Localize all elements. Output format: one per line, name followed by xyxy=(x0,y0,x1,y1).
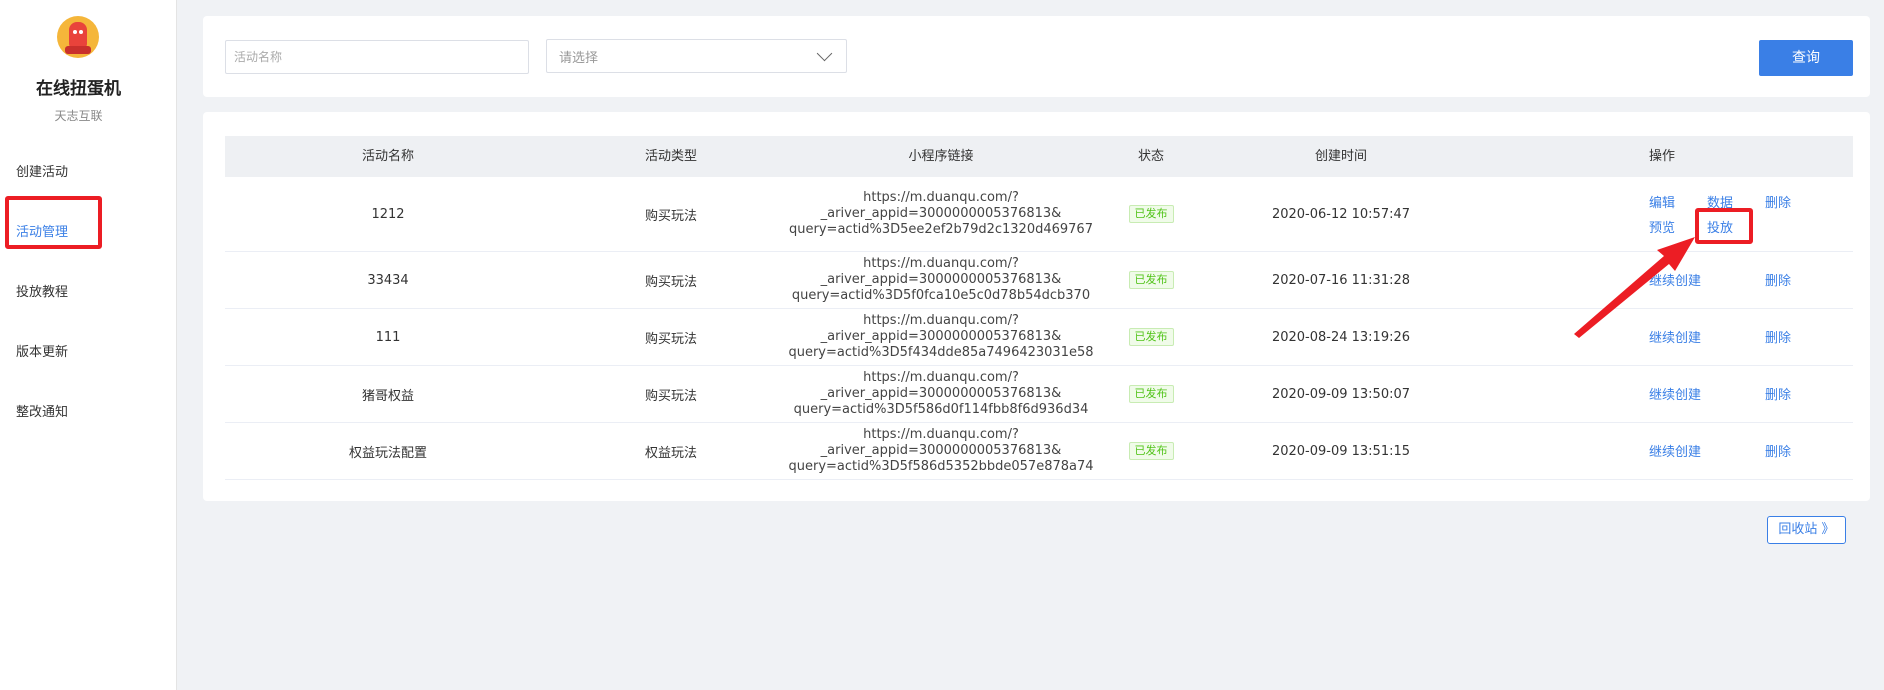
brand-logo-icon xyxy=(57,16,99,58)
mini-program-link: https://m.duanqu.com/?_ariver_appid=3000… xyxy=(791,252,1091,308)
table-row: 猪哥权益 购买玩法 https://m.duanqu.com/?_ariver_… xyxy=(225,366,1853,423)
delete-link[interactable]: 删除 xyxy=(1765,270,1791,289)
status-badge: 已发布 xyxy=(1128,271,1174,289)
sidebar-item-create-activity[interactable]: 创建活动 xyxy=(16,161,68,180)
created-time: 2020-09-09 13:51:15 xyxy=(1271,443,1411,459)
link-line-1: https://m.duanqu.com/?_ariver_appid=3000… xyxy=(820,313,1062,344)
mini-program-link: https://m.duanqu.com/?_ariver_appid=3000… xyxy=(788,309,1094,365)
recycle-bin-button[interactable]: 回收站 》 xyxy=(1767,516,1846,544)
column-header-link: 小程序链接 xyxy=(908,149,974,164)
column-header-created: 创建时间 xyxy=(1314,149,1367,164)
created-time: 2020-07-16 11:31:28 xyxy=(1271,272,1411,288)
status-cell: 已发布 xyxy=(1091,366,1211,422)
activity-type: 购买玩法 xyxy=(644,331,697,347)
link-line-1: https://m.duanqu.com/?_ariver_appid=3000… xyxy=(820,370,1062,401)
delete-link[interactable]: 删除 xyxy=(1765,192,1791,211)
link-line-1: https://m.duanqu.com/?_ariver_appid=3000… xyxy=(820,256,1062,287)
search-panel: 请选择 查询 xyxy=(203,16,1870,97)
link-line-2: query=actid%3D5f0fca10e5c0d78b54dcb370 xyxy=(791,288,1091,303)
query-button[interactable]: 查询 xyxy=(1759,40,1853,76)
link-line-1: https://m.duanqu.com/?_ariver_appid=3000… xyxy=(820,427,1062,458)
mini-program-link: https://m.duanqu.com/?_ariver_appid=3000… xyxy=(791,366,1091,422)
column-header-name: 活动名称 xyxy=(361,149,414,164)
link-line-2: query=actid%3D5f434dde85a7496423031e58 xyxy=(788,345,1094,360)
continue-create-link[interactable]: 继续创建 xyxy=(1649,384,1701,403)
continue-create-link[interactable]: 继续创建 xyxy=(1649,270,1701,289)
activity-name: 33434 xyxy=(367,272,409,288)
delete-link[interactable]: 删除 xyxy=(1765,384,1791,403)
status-badge: 已发布 xyxy=(1128,328,1174,346)
activity-name: 1212 xyxy=(371,206,405,222)
sidebar-item-version-update[interactable]: 版本更新 xyxy=(16,341,68,360)
link-line-1: https://m.duanqu.com/?_ariver_appid=3000… xyxy=(820,190,1062,221)
status-badge: 已发布 xyxy=(1128,442,1174,460)
table-row: 33434 购买玩法 https://m.duanqu.com/?_ariver… xyxy=(225,252,1853,309)
status-cell: 已发布 xyxy=(1091,252,1211,308)
highlight-box xyxy=(1695,208,1753,244)
delete-link[interactable]: 删除 xyxy=(1765,441,1791,460)
continue-create-link[interactable]: 继续创建 xyxy=(1649,327,1701,346)
table-row: 权益玩法配置 权益玩法 https://m.duanqu.com/?_arive… xyxy=(225,423,1853,480)
status-badge: 已发布 xyxy=(1128,385,1174,403)
sidebar-item-rectification-notice[interactable]: 整改通知 xyxy=(16,401,68,420)
activity-name-input[interactable] xyxy=(225,40,529,74)
preview-link[interactable]: 预览 xyxy=(1649,217,1675,236)
table-row: 111 购买玩法 https://m.duanqu.com/?_ariver_a… xyxy=(225,309,1853,366)
brand-title: 在线扭蛋机 xyxy=(36,79,121,99)
chevron-down-icon xyxy=(816,45,833,61)
created-time: 2020-08-24 13:19:26 xyxy=(1271,329,1411,345)
activity-name: 111 xyxy=(375,329,401,345)
activity-type-select[interactable]: 请选择 xyxy=(546,39,847,73)
column-header-type: 活动类型 xyxy=(644,149,697,164)
select-placeholder: 请选择 xyxy=(559,50,599,66)
column-header-status: 状态 xyxy=(1137,149,1164,164)
status-badge: 已发布 xyxy=(1128,205,1174,223)
delete-link[interactable]: 删除 xyxy=(1765,327,1791,346)
continue-create-link[interactable]: 继续创建 xyxy=(1649,441,1701,460)
link-line-2: query=actid%3D5f586d0f114fbb8f6d936d34 xyxy=(793,402,1089,417)
activity-name: 权益玩法配置 xyxy=(348,445,427,461)
activity-type: 购买玩法 xyxy=(644,208,697,224)
sidebar-item-launch-tutorial[interactable]: 投放教程 xyxy=(16,281,68,300)
activity-type: 购买玩法 xyxy=(644,274,697,290)
table-row: 1212 购买玩法 https://m.duanqu.com/?_ariver_… xyxy=(225,177,1853,252)
link-line-2: query=actid%3D5ee2ef2b79d2c1320d469767 xyxy=(789,222,1093,237)
brand-subtitle: 天志互联 xyxy=(54,109,103,123)
status-cell: 已发布 xyxy=(1091,309,1211,365)
mini-program-link: https://m.duanqu.com/?_ariver_appid=3000… xyxy=(788,423,1094,479)
created-time: 2020-09-09 13:50:07 xyxy=(1271,386,1411,402)
table-panel: 活动名称 活动类型 小程序链接 状态 创建时间 操作 1212 购买玩法 htt… xyxy=(203,112,1870,501)
status-cell: 已发布 xyxy=(1091,423,1211,479)
activity-type: 权益玩法 xyxy=(644,445,697,461)
highlight-box xyxy=(5,196,102,249)
status-cell: 已发布 xyxy=(1091,177,1211,251)
created-time: 2020-06-12 10:57:47 xyxy=(1271,206,1411,222)
table-header: 活动名称 活动类型 小程序链接 状态 创建时间 操作 xyxy=(225,136,1853,177)
activity-name: 猪哥权益 xyxy=(361,388,414,404)
column-header-actions: 操作 xyxy=(1648,149,1675,164)
mini-program-link: https://m.duanqu.com/?_ariver_appid=3000… xyxy=(789,177,1093,251)
activity-type: 购买玩法 xyxy=(644,388,697,404)
sidebar: 在线扭蛋机 天志互联 创建活动 活动管理 投放教程 版本更新 整改通知 xyxy=(0,0,177,690)
link-line-2: query=actid%3D5f586d5352bbde057e878a74 xyxy=(788,459,1094,474)
edit-link[interactable]: 编辑 xyxy=(1649,192,1675,211)
